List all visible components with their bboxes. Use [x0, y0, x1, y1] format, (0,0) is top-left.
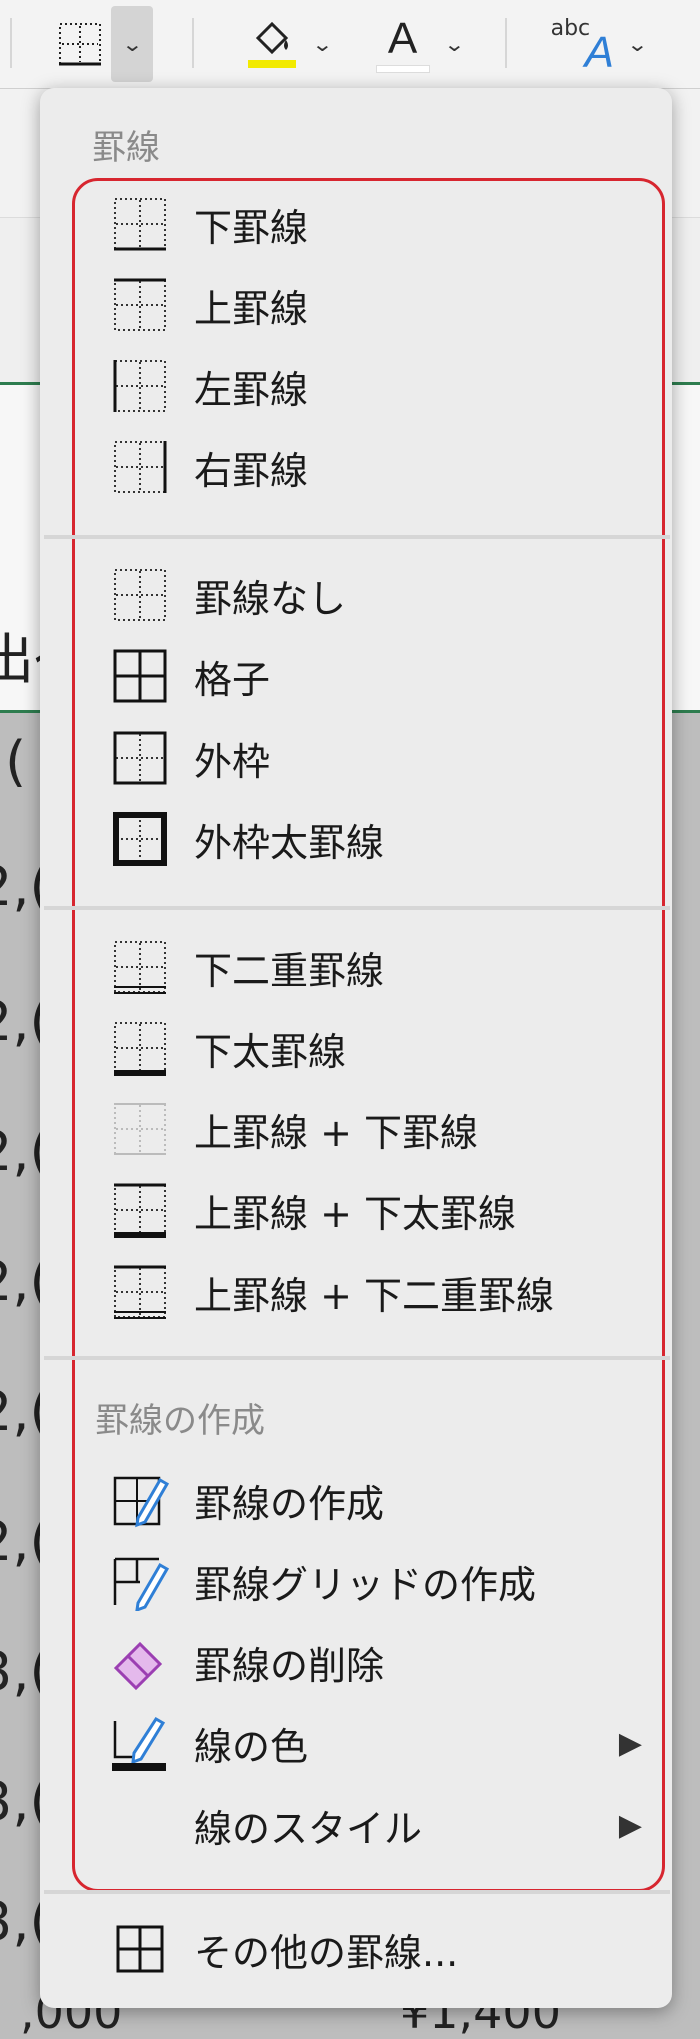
- more-borders-icon: [110, 1919, 170, 1979]
- toolbar-separator: [192, 18, 194, 68]
- menu-item-label: その他の罫線...: [194, 1930, 459, 1975]
- draw-border-icon: [110, 1470, 170, 1530]
- bottom-double-border-icon: [110, 937, 170, 997]
- no-border-icon: [110, 565, 170, 625]
- line-color-icon: [110, 1713, 170, 1773]
- section-header-draw: 罫線の作成: [95, 1401, 265, 1441]
- menu-item-right-border[interactable]: 右罫線: [110, 434, 650, 500]
- submenu-arrow-icon: ▶: [618, 1807, 642, 1843]
- thick-outside-borders-icon: [110, 809, 170, 869]
- blank-icon: [110, 1795, 170, 1855]
- top-and-bottom-border-icon: [110, 1099, 170, 1159]
- borders-dropdown-button[interactable]: ⌄: [111, 6, 153, 82]
- borders-button[interactable]: ⌄: [40, 6, 164, 82]
- outside-borders-icon: [110, 728, 170, 788]
- menu-item-label: 罫線なし: [194, 576, 347, 621]
- menu-item-outside-borders[interactable]: 外枠: [110, 725, 650, 791]
- all-borders-icon: [110, 646, 170, 706]
- fill-color-button[interactable]: ⌄: [232, 6, 342, 82]
- menu-item-label: 外枠: [194, 739, 271, 784]
- menu-separator: [44, 1890, 670, 1894]
- submenu-arrow-icon: ▶: [618, 1725, 642, 1761]
- menu-item-bottom-double-border[interactable]: 下二重罫線: [110, 934, 650, 1000]
- menu-item-thick-bottom-border[interactable]: 下太罫線: [110, 1015, 650, 1081]
- menu-item-label: 罫線の作成: [194, 1481, 385, 1526]
- menu-item-label: 罫線グリッドの作成: [194, 1562, 537, 1607]
- menu-item-label: 左罫線: [194, 367, 309, 412]
- menu-item-top-and-bottom-border[interactable]: 上罫線 + 下罫線: [110, 1096, 650, 1162]
- font-color-swatch: [375, 65, 430, 73]
- menu-item-label: 線のスタイル: [194, 1806, 423, 1851]
- chevron-down-icon: ⌄: [121, 32, 143, 56]
- menu-item-label: 上罫線 + 下罫線: [194, 1110, 478, 1155]
- toolbar-separator: [505, 18, 507, 68]
- paint-bucket-icon: [247, 21, 296, 68]
- borders-icon[interactable]: [51, 15, 109, 73]
- menu-item-label: 右罫線: [194, 448, 309, 493]
- draw-border-grid-icon: [110, 1551, 170, 1611]
- menu-item-bottom-border[interactable]: 下罫線: [110, 191, 650, 257]
- left-border-icon: [110, 356, 170, 416]
- menu-item-label: 外枠太罫線: [194, 820, 385, 865]
- menu-item-top-and-thick-bottom-border[interactable]: 上罫線 + 下太罫線: [110, 1177, 650, 1243]
- top-border-icon: [110, 275, 170, 335]
- section-header-borders: 罫線: [92, 128, 160, 168]
- text-style-icon: abc A: [551, 14, 621, 77]
- chevron-down-icon[interactable]: ⌄: [626, 32, 648, 56]
- menu-item-label: 下二重罫線: [194, 948, 385, 993]
- menu-separator: [44, 1356, 670, 1360]
- right-border-icon: [110, 437, 170, 497]
- menu-item-thick-outside-borders[interactable]: 外枠太罫線: [110, 806, 650, 872]
- menu-item-label: 下太罫線: [194, 1029, 347, 1074]
- menu-separator: [44, 906, 670, 910]
- menu-item-line-color[interactable]: 線の色 ▶: [110, 1710, 650, 1776]
- menu-item-label: 罫線の削除: [194, 1643, 385, 1688]
- font-color-button[interactable]: A ⌄: [364, 6, 474, 82]
- eraser-icon: [110, 1632, 170, 1692]
- chevron-down-icon[interactable]: ⌄: [443, 32, 465, 56]
- menu-item-more-borders[interactable]: その他の罫線...: [110, 1916, 650, 1982]
- cell-style-button[interactable]: abc A ⌄: [538, 6, 658, 82]
- menu-item-top-border[interactable]: 上罫線: [110, 272, 650, 338]
- top-and-thick-bottom-border-icon: [110, 1180, 170, 1240]
- menu-item-eraser[interactable]: 罫線の削除: [110, 1629, 650, 1695]
- menu-item-label: 上罫線: [194, 286, 309, 331]
- style-icon-letter: A: [584, 28, 614, 77]
- menu-item-label: 線の色: [194, 1724, 309, 1769]
- cell-text: ,(: [0, 730, 27, 793]
- menu-item-label: 格子: [194, 657, 271, 702]
- menu-item-draw-border-grid[interactable]: 罫線グリッドの作成: [110, 1548, 650, 1614]
- menu-item-all-borders[interactable]: 格子: [110, 643, 650, 709]
- menu-separator: [44, 535, 670, 539]
- menu-item-line-style[interactable]: 線のスタイル ▶: [110, 1792, 650, 1858]
- toolbar-separator: [10, 18, 12, 68]
- menu-item-left-border[interactable]: 左罫線: [110, 353, 650, 419]
- menu-item-label: 上罫線 + 下二重罫線: [194, 1273, 554, 1318]
- chevron-down-icon[interactable]: ⌄: [311, 32, 333, 56]
- menu-item-label: 上罫線 + 下太罫線: [194, 1191, 516, 1236]
- thick-bottom-border-icon: [110, 1018, 170, 1078]
- bottom-border-icon: [110, 194, 170, 254]
- top-and-double-bottom-border-icon: [110, 1262, 170, 1322]
- ribbon-toolbar: ⌄ ⌄ A ⌄ abc A ⌄: [0, 0, 700, 89]
- menu-item-no-border[interactable]: 罫線なし: [110, 562, 650, 628]
- font-color-icon: A: [387, 14, 418, 63]
- menu-item-label: 下罫線: [194, 205, 309, 250]
- menu-item-top-and-double-bottom-border[interactable]: 上罫線 + 下二重罫線: [110, 1259, 650, 1325]
- menu-item-draw-border[interactable]: 罫線の作成: [110, 1467, 650, 1533]
